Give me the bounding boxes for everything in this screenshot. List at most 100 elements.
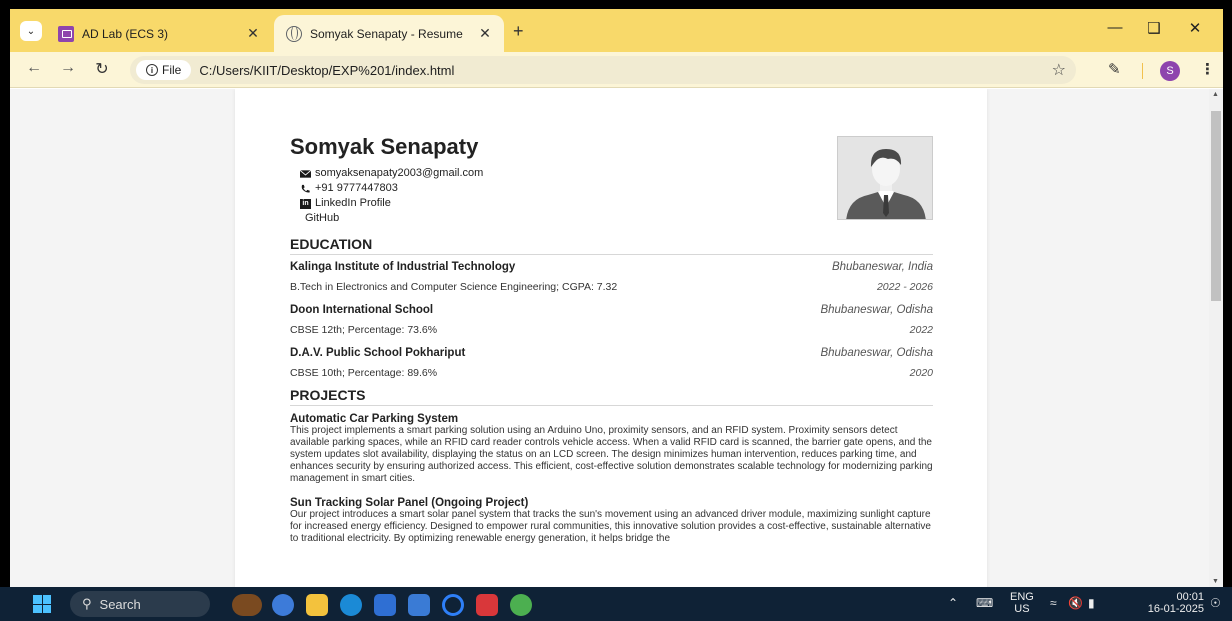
globe-favicon-icon: [286, 25, 302, 42]
envelope-icon: [300, 169, 311, 178]
search-icon: ⚲: [82, 596, 92, 611]
wps-office-icon[interactable]: [476, 594, 498, 616]
tab-ad-lab[interactable]: AD Lab (ECS 3) ✕: [50, 15, 272, 52]
chrome-icon[interactable]: [510, 594, 532, 616]
education-list: Kalinga Institute of Industrial Technolo…: [290, 261, 933, 379]
clock[interactable]: 00:01 16-01-2025: [1118, 591, 1204, 615]
kebab-menu-icon[interactable]: ⋮: [1200, 60, 1215, 78]
email-text: somyaksenapaty2003@gmail.com: [315, 167, 484, 179]
vertical-scrollbar[interactable]: ▲ ▼: [1209, 89, 1223, 587]
linkedin-link[interactable]: LinkedIn Profile: [315, 196, 391, 211]
address-bar[interactable]: i File C:/Users/KIIT/Desktop/EXP%201/ind…: [130, 56, 1076, 84]
keyboard-icon[interactable]: ⌨: [976, 596, 993, 610]
phone-icon: [301, 184, 310, 192]
wifi-icon[interactable]: ≈: [1050, 596, 1057, 610]
region-code: US: [1014, 603, 1030, 615]
project-item: Automatic Car Parking System This projec…: [290, 413, 933, 485]
education-item-detail: CBSE 10th; Percentage: 89.6% 2020: [290, 367, 933, 379]
close-tab-icon[interactable]: ✕: [474, 25, 496, 42]
tray-chevron-up-icon[interactable]: ⌃: [948, 596, 958, 610]
forward-arrow-icon[interactable]: →: [56, 59, 80, 77]
education-item: D.A.V. Public School Pokhariput Bhubanes…: [290, 347, 933, 379]
language-indicator[interactable]: ENG US: [1010, 591, 1034, 615]
tab-strip: ⌄ AD Lab (ECS 3) ✕ Somyak Senapaty - Res…: [10, 9, 1223, 52]
tab-title: Somyak Senapaty - Resume: [310, 26, 463, 41]
projects-heading: PROJECTS: [290, 387, 933, 406]
institution-location: Bhubaneswar, India: [831, 261, 933, 273]
github-link[interactable]: GitHub: [305, 211, 339, 226]
institution-location: Bhubaneswar, Odisha: [820, 304, 933, 316]
battery-icon[interactable]: ▮: [1088, 596, 1095, 610]
tab-title: AD Lab (ECS 3): [82, 26, 169, 41]
minimize-icon[interactable]: —: [1100, 19, 1130, 36]
bookmark-star-icon[interactable]: ☆: [1052, 60, 1066, 80]
degree-text: CBSE 10th; Percentage: 89.6%: [290, 367, 438, 379]
back-arrow-icon[interactable]: ←: [22, 59, 46, 77]
resume-content: Somyak Senapaty somyaksenapaty2003@gmail…: [290, 134, 933, 545]
education-item: Kalinga Institute of Industrial Technolo…: [290, 261, 933, 293]
year-text: 2022 - 2026: [876, 281, 933, 293]
projects-list: Automatic Car Parking System This projec…: [290, 413, 933, 545]
search-placeholder: Search: [99, 596, 141, 612]
close-tab-icon[interactable]: ✕: [242, 25, 264, 42]
file-explorer-icon[interactable]: [306, 594, 328, 616]
notification-bell-icon[interactable]: ☉: [1210, 596, 1221, 610]
cortana-ring-icon[interactable]: [442, 594, 464, 616]
windows-taskbar: ⚲ Search ⌃ ⌨ ENG US ≈ 🔇 ▮ 00:01 16-01-20…: [0, 587, 1232, 621]
clock-time: 00:01: [1176, 591, 1204, 603]
lens-app-icon[interactable]: [408, 594, 430, 616]
degree-text: B.Tech in Electronics and Computer Scien…: [290, 281, 618, 293]
toolbar-divider: [1142, 63, 1143, 79]
profile-photo: [837, 136, 933, 220]
project-title: Sun Tracking Solar Panel (Ongoing Projec…: [290, 497, 529, 509]
institution-name: Kalinga Institute of Industrial Technolo…: [290, 261, 516, 273]
profile-avatar[interactable]: S: [1160, 61, 1180, 81]
institution-name: Doon International School: [290, 304, 434, 316]
degree-text: CBSE 12th; Percentage: 73.6%: [290, 324, 438, 336]
education-item-detail: CBSE 12th; Percentage: 73.6% 2022: [290, 324, 933, 336]
project-title: Automatic Car Parking System: [290, 413, 459, 425]
weather-widget-icon[interactable]: [232, 594, 262, 616]
project-description: This project implements a smart parking …: [290, 425, 933, 484]
restore-icon[interactable]: ❑: [1139, 19, 1169, 37]
education-item-header: Doon International School Bhubaneswar, O…: [290, 304, 933, 316]
scroll-down-arrow-icon[interactable]: ▼: [1212, 578, 1219, 585]
tab-resume[interactable]: Somyak Senapaty - Resume ✕: [274, 15, 504, 52]
year-text: 2022: [909, 324, 933, 336]
scrollbar-thumb[interactable]: [1211, 111, 1221, 301]
edge-browser-icon[interactable]: [340, 594, 362, 616]
education-heading: EDUCATION: [290, 236, 933, 255]
site-info-chip[interactable]: i File: [136, 60, 192, 80]
project-item: Sun Tracking Solar Panel (Ongoing Projec…: [290, 497, 933, 545]
language-code: ENG: [1010, 591, 1034, 603]
windows-start-icon[interactable]: [33, 595, 51, 613]
browser-toolbar: ← → ↻ i File C:/Users/KIIT/Desktop/EXP%2…: [10, 52, 1223, 88]
education-item-header: D.A.V. Public School Pokhariput Bhubanes…: [290, 347, 933, 359]
copilot-icon[interactable]: [272, 594, 294, 616]
scheme-label: File: [162, 63, 182, 77]
phone-text: +91 9777447803: [315, 182, 398, 194]
reload-icon[interactable]: ↻: [90, 59, 114, 79]
close-window-icon[interactable]: ✕: [1180, 19, 1210, 37]
taskbar-search-box[interactable]: ⚲ Search: [70, 591, 210, 617]
browser-window: ⌄ AD Lab (ECS 3) ✕ Somyak Senapaty - Res…: [10, 9, 1223, 587]
person-avatar-icon: [838, 137, 932, 219]
url-text: C:/Users/KIIT/Desktop/EXP%201/index.html: [199, 62, 455, 78]
institution-location: Bhubaneswar, Odisha: [820, 347, 933, 359]
education-item-header: Kalinga Institute of Industrial Technolo…: [290, 261, 933, 273]
tab-search-chevron-icon[interactable]: ⌄: [20, 21, 42, 41]
info-icon: i: [146, 64, 158, 76]
scroll-up-arrow-icon[interactable]: ▲: [1212, 91, 1219, 98]
institution-name: D.A.V. Public School Pokhariput: [290, 347, 466, 359]
classroom-favicon-icon: [58, 25, 74, 42]
resume-page: Somyak Senapaty somyaksenapaty2003@gmail…: [235, 89, 987, 587]
year-text: 2020: [909, 367, 933, 379]
page-viewport: Somyak Senapaty somyaksenapaty2003@gmail…: [10, 89, 1223, 587]
new-tab-plus-icon[interactable]: +: [513, 21, 524, 42]
speaker-muted-icon[interactable]: 🔇: [1068, 596, 1083, 610]
extensions-puzzle-icon[interactable]: ✎: [1108, 60, 1121, 78]
education-item: Doon International School Bhubaneswar, O…: [290, 304, 933, 336]
linkedin-icon: in: [300, 198, 311, 209]
education-item-detail: B.Tech in Electronics and Computer Scien…: [290, 281, 933, 293]
microsoft-store-icon[interactable]: [374, 594, 396, 616]
